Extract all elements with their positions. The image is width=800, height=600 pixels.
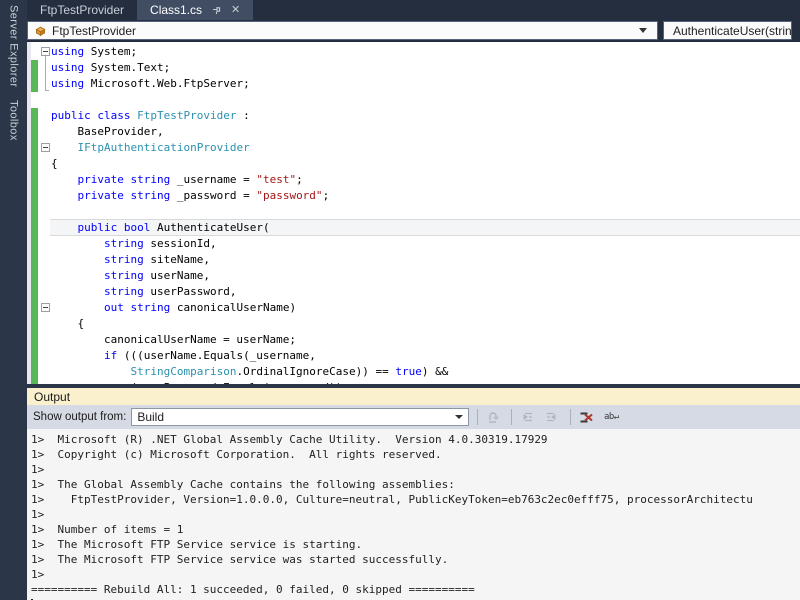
collapse-region-icon[interactable]: [41, 47, 50, 56]
output-line: 1> The Microsoft FTP Service service is …: [31, 537, 800, 552]
tab-label: Class1.cs: [150, 3, 202, 17]
change-tracking-bar: [31, 140, 38, 156]
change-tracking-bar: [31, 380, 38, 384]
type-name: FtpTestProvider: [52, 24, 136, 38]
code-line: private string _username = "test";: [27, 172, 800, 188]
change-tracking-bar: [31, 268, 38, 284]
output-title: Output: [34, 390, 70, 404]
word-wrap-icon: ab↵: [604, 412, 619, 422]
members-dropdown[interactable]: AuthenticateUser(string sess: [663, 21, 792, 40]
vs-window: Server ExplorerToolbox FtpTestProviderCl…: [0, 0, 800, 600]
output-toolbar: Show output from: Build: [27, 405, 800, 429]
navigation-bar: FtpTestProvider AuthenticateUser(string …: [27, 20, 800, 42]
collapse-region-icon[interactable]: [41, 303, 50, 312]
change-tracking-bar: [31, 348, 38, 364]
combo-dropdown-icon: [455, 415, 463, 419]
code-line: string siteName,: [27, 252, 800, 268]
change-tracking-bar: [31, 220, 38, 236]
output-source-value: Build: [137, 410, 164, 424]
output-line: ========== Rebuild All: 1 succeeded, 0 f…: [31, 582, 800, 597]
change-tracking-bar: [31, 364, 38, 380]
change-tracking-bar: [31, 172, 38, 188]
collapse-region-icon[interactable]: [41, 143, 50, 152]
change-tracking-bar: [31, 156, 38, 172]
word-wrap-button[interactable]: ab↵: [601, 408, 621, 426]
output-line: 1> FtpTestProvider, Version=1.0.0.0, Cul…: [31, 492, 800, 507]
change-tracking-bar: [31, 332, 38, 348]
code-line: private string _password = "password";: [27, 188, 800, 204]
code-lines: using System;using System.Text;using Mic…: [27, 44, 800, 384]
change-tracking-bar: [31, 236, 38, 252]
change-tracking-bar: [31, 284, 38, 300]
previous-message-button[interactable]: [517, 408, 537, 426]
clear-all-button[interactable]: [576, 408, 596, 426]
code-line: using Microsoft.Web.FtpServer;: [27, 76, 800, 92]
sidebar-item-server-explorer[interactable]: Server Explorer: [8, 5, 20, 87]
code-line: (userPassword.Equals(_password)): [27, 380, 800, 384]
output-text-area[interactable]: 1> Microsoft (R) .NET Global Assembly Ca…: [27, 429, 800, 600]
document-tab-class1-cs[interactable]: Class1.cs ✕: [137, 0, 253, 20]
output-header[interactable]: Output: [27, 388, 800, 405]
output-lines: 1> Microsoft (R) .NET Global Assembly Ca…: [31, 432, 800, 597]
pin-icon[interactable]: [212, 5, 221, 15]
code-line: [27, 92, 800, 108]
change-tracking-bar: [31, 124, 38, 140]
types-dropdown[interactable]: FtpTestProvider: [27, 21, 658, 40]
code-line: out string canonicalUserName): [27, 300, 800, 316]
change-tracking-bar: [31, 204, 38, 220]
output-line: 1> Number of items = 1: [31, 522, 800, 537]
code-line: {: [27, 156, 800, 172]
code-line: using System.Text;: [27, 60, 800, 76]
document-tab-ftptestprovider[interactable]: FtpTestProvider: [27, 0, 137, 20]
code-line: StringComparison.OrdinalIgnoreCase)) == …: [27, 364, 800, 380]
class-icon: [34, 25, 47, 37]
output-line: 1> The Microsoft FTP Service service was…: [31, 552, 800, 567]
toolbar-separator: [570, 409, 571, 425]
change-tracking-bar: [31, 60, 38, 76]
find-message-in-code-button[interactable]: [483, 408, 503, 426]
output-line: 1>: [31, 462, 800, 477]
code-line: canonicalUserName = userName;: [27, 332, 800, 348]
toolbar-separator: [477, 409, 478, 425]
output-source-combobox[interactable]: Build: [131, 408, 469, 426]
output-line: 1> Copyright (c) Microsoft Corporation. …: [31, 447, 800, 462]
code-line: string userPassword,: [27, 284, 800, 300]
code-line: using System;: [27, 44, 800, 60]
tool-window-sidebar: Server Explorer Toolbox: [0, 0, 27, 600]
code-line: [27, 204, 800, 220]
chevron-down-icon: [639, 28, 647, 33]
toolbar-separator: [511, 409, 512, 425]
close-icon[interactable]: ✕: [231, 5, 240, 16]
find-message-icon: [487, 411, 500, 424]
next-message-icon: [545, 411, 559, 423]
document-tabstrip: FtpTestProvider Class1.cs ✕: [27, 0, 800, 20]
show-output-from-label: Show output from:: [33, 411, 126, 423]
change-tracking-bar: [31, 252, 38, 268]
change-tracking-bar: [31, 76, 38, 92]
output-tool-window: Output Show output from: Build: [27, 384, 800, 600]
member-name: AuthenticateUser(string sess: [673, 24, 792, 38]
code-line: public bool AuthenticateUser(: [27, 220, 800, 236]
code-line: string userName,: [27, 268, 800, 284]
code-line: BaseProvider,: [27, 124, 800, 140]
code-line: {: [27, 316, 800, 332]
output-line: 1>: [31, 507, 800, 522]
sidebar-item-toolbox[interactable]: Toolbox: [8, 100, 20, 141]
clear-all-icon: [579, 411, 594, 424]
code-line: public class FtpTestProvider :: [27, 108, 800, 124]
code-line: if (((userName.Equals(_username,: [27, 348, 800, 364]
output-line: 1> The Global Assembly Cache contains th…: [31, 477, 800, 492]
code-line: IFtpAuthenticationProvider: [27, 140, 800, 156]
output-line: 1> Microsoft (R) .NET Global Assembly Ca…: [31, 432, 800, 447]
previous-message-icon: [520, 411, 534, 423]
change-tracking-bar: [31, 300, 38, 316]
output-line: 1>: [31, 567, 800, 582]
change-tracking-bar: [31, 108, 38, 124]
code-editor[interactable]: using System;using System.Text;using Mic…: [27, 42, 800, 384]
next-message-button[interactable]: [542, 408, 562, 426]
tab-label: FtpTestProvider: [40, 3, 124, 17]
change-tracking-bar: [31, 316, 38, 332]
code-line: string sessionId,: [27, 236, 800, 252]
change-tracking-bar: [31, 188, 38, 204]
